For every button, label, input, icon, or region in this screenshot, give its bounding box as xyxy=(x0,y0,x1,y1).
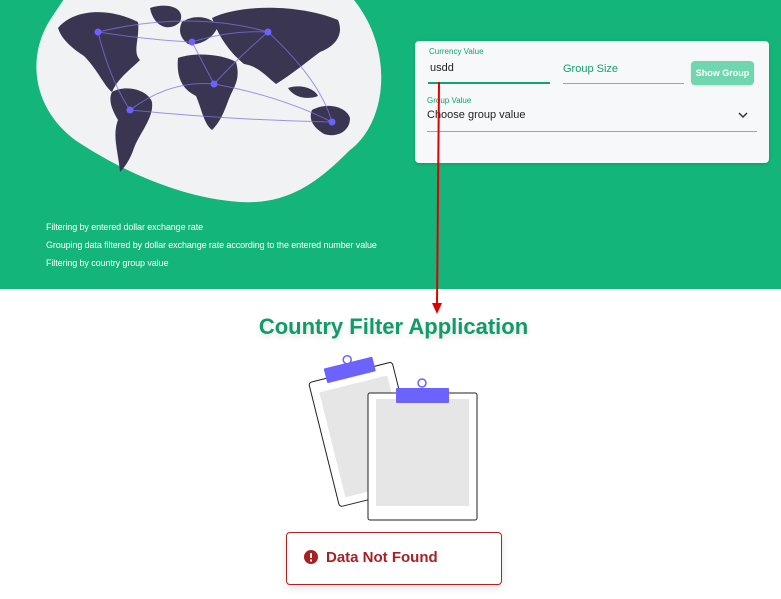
hero-section: Filtering by entered dollar exchange rat… xyxy=(0,0,781,289)
page-title: Country Filter Application xyxy=(258,314,529,339)
clipboard-illustration xyxy=(308,354,478,521)
group-value-underline xyxy=(427,131,757,132)
feature-item: Filtering by country group value xyxy=(46,258,169,268)
error-alert: Data Not Found xyxy=(286,532,502,585)
world-map-illustration xyxy=(36,0,382,203)
feature-item: Grouping data filtered by dollar exchang… xyxy=(46,240,377,250)
chevron-down-icon[interactable] xyxy=(738,111,748,119)
currency-value-input[interactable]: usdd xyxy=(430,62,454,74)
currency-input-underline xyxy=(428,82,550,84)
filter-form-card: Currency Value usdd Group Size Show Grou… xyxy=(415,41,769,163)
group-value-label: Group Value xyxy=(427,96,472,105)
group-value-select[interactable]: Choose group value xyxy=(427,109,525,121)
currency-value-label: Currency Value xyxy=(429,47,484,56)
error-icon xyxy=(304,550,318,564)
feature-item: Filtering by entered dollar exchange rat… xyxy=(46,222,203,232)
group-size-input[interactable]: Group Size xyxy=(563,63,618,75)
show-group-button[interactable]: Show Group xyxy=(691,61,754,85)
error-message: Data Not Found xyxy=(326,549,438,566)
feature-list: Filtering by entered dollar exchange rat… xyxy=(46,218,377,272)
group-size-underline xyxy=(563,83,684,84)
